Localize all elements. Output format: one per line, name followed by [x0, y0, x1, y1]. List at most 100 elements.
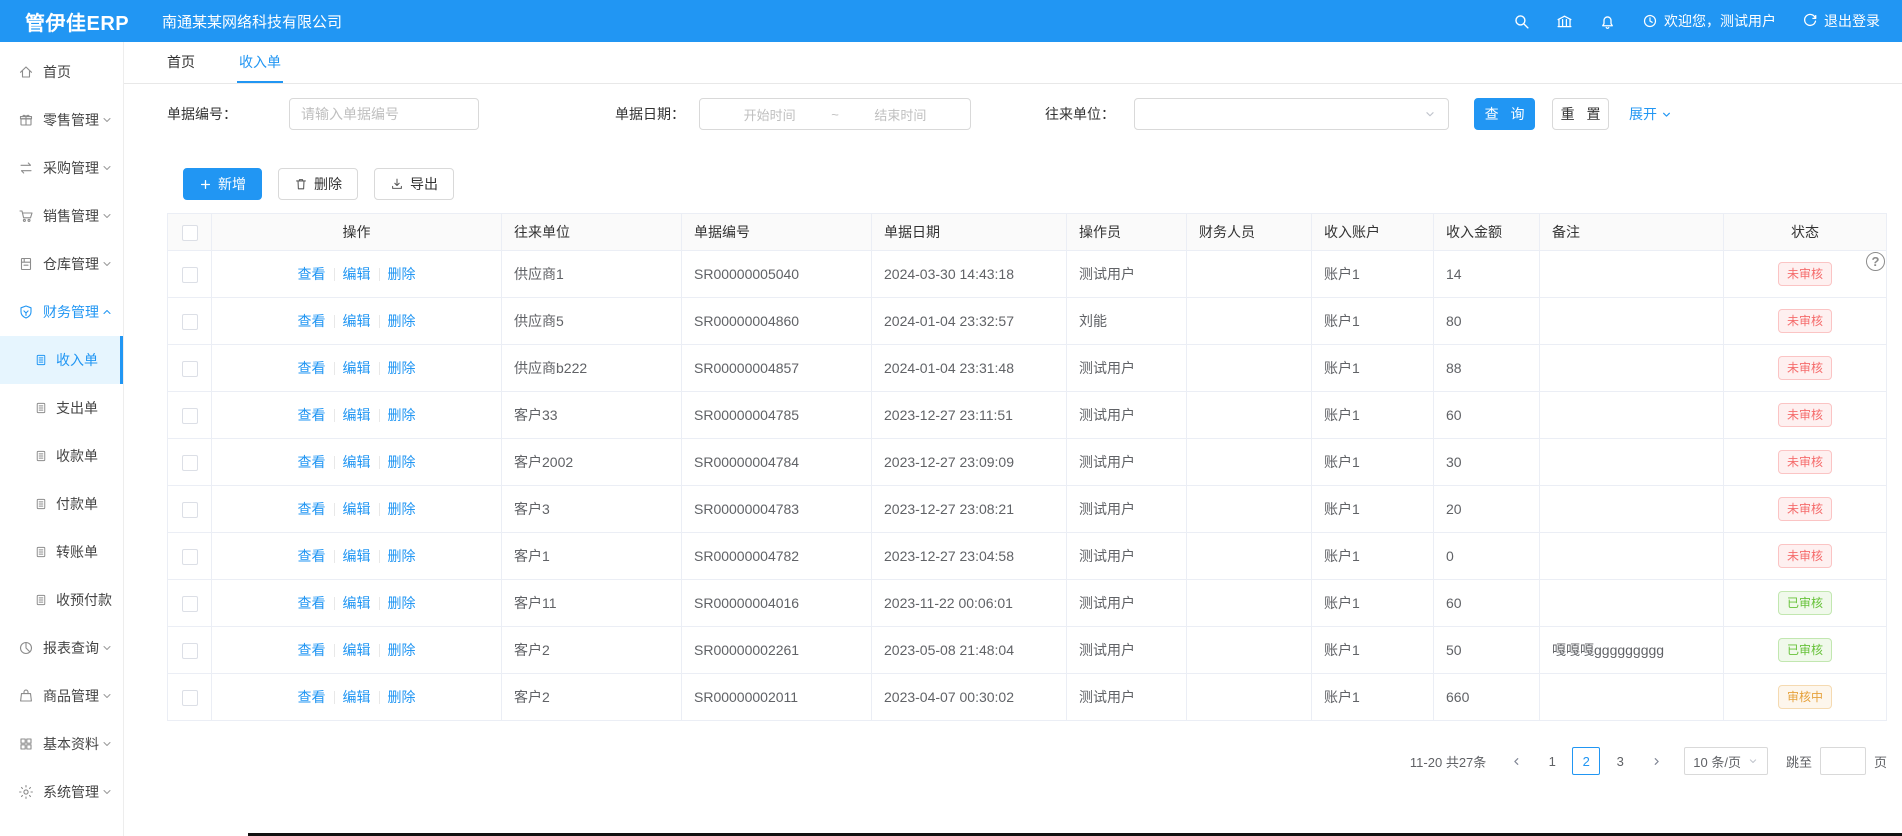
view-link[interactable]: 查看: [290, 687, 334, 707]
delete-link[interactable]: 删除: [380, 499, 424, 519]
search-button[interactable]: 查 询: [1474, 98, 1535, 130]
row-checkbox[interactable]: [182, 643, 198, 659]
status-badge: 未审核: [1778, 403, 1832, 427]
chevron-down-icon: [1423, 107, 1437, 121]
view-link[interactable]: 查看: [290, 405, 334, 425]
sidebar-subitem[interactable]: 收入单: [0, 336, 123, 384]
edit-link[interactable]: 编辑: [335, 593, 379, 613]
expand-label: 展开: [1629, 104, 1657, 124]
doc-no-input[interactable]: 请输入单据编号: [289, 98, 479, 130]
delete-link[interactable]: 删除: [380, 546, 424, 566]
edit-link[interactable]: 编辑: [335, 640, 379, 660]
welcome-user[interactable]: 欢迎您，测试用户: [1642, 11, 1776, 31]
date-range-input[interactable]: 开始时间 ~ 结束时间: [699, 98, 971, 130]
sidebar-item-system[interactable]: 系统管理: [0, 768, 123, 816]
page-size-select[interactable]: 10 条/页: [1684, 747, 1768, 775]
row-checkbox[interactable]: [182, 549, 198, 565]
page-number[interactable]: 1: [1538, 747, 1566, 775]
partner-select[interactable]: [1134, 98, 1449, 130]
delete-link[interactable]: 删除: [380, 687, 424, 707]
prev-page-button[interactable]: [1502, 747, 1530, 775]
delete-link[interactable]: 删除: [380, 593, 424, 613]
view-link[interactable]: 查看: [290, 499, 334, 519]
delete-link[interactable]: 删除: [380, 358, 424, 378]
edit-link[interactable]: 编辑: [335, 358, 379, 378]
sidebar-item-purchase[interactable]: 采购管理: [0, 144, 123, 192]
cell-status: 审核中: [1724, 674, 1887, 721]
delete-link[interactable]: 删除: [380, 311, 424, 331]
delete-link[interactable]: 删除: [380, 452, 424, 472]
edit-link[interactable]: 编辑: [335, 687, 379, 707]
sidebar-item-basic[interactable]: 基本资料: [0, 720, 123, 768]
sidebar-item-home[interactable]: 首页: [0, 48, 123, 96]
cell-status: 未审核: [1724, 298, 1887, 345]
sidebar-item-finance[interactable]: 财务管理: [0, 288, 123, 336]
bank-icon[interactable]: [1556, 13, 1573, 30]
edit-link[interactable]: 编辑: [335, 546, 379, 566]
help-icon[interactable]: ?: [1866, 252, 1885, 271]
edit-link[interactable]: 编辑: [335, 499, 379, 519]
cell-account: 账户1: [1312, 486, 1434, 533]
view-link[interactable]: 查看: [290, 264, 334, 284]
delete-button[interactable]: 删除: [278, 168, 358, 200]
view-link[interactable]: 查看: [290, 358, 334, 378]
edit-link[interactable]: 编辑: [335, 311, 379, 331]
row-checkbox[interactable]: [182, 267, 198, 283]
row-checkbox[interactable]: [182, 596, 198, 612]
search-icon[interactable]: [1513, 13, 1530, 30]
view-link[interactable]: 查看: [290, 546, 334, 566]
sidebar-item-retail[interactable]: 零售管理: [0, 96, 123, 144]
sidebar-item-warehouse[interactable]: 仓库管理: [0, 240, 123, 288]
cell-operator: 测试用户: [1067, 439, 1187, 486]
page-number[interactable]: 3: [1606, 747, 1634, 775]
status-badge: 已审核: [1778, 591, 1832, 615]
cell-amount: 14: [1434, 251, 1540, 298]
logout-button[interactable]: 退出登录: [1802, 11, 1880, 31]
delete-link[interactable]: 删除: [380, 264, 424, 284]
bell-icon[interactable]: [1599, 13, 1616, 30]
row-checkbox[interactable]: [182, 408, 198, 424]
cell-finance-person: [1187, 298, 1312, 345]
view-link[interactable]: 查看: [290, 593, 334, 613]
delete-link[interactable]: 删除: [380, 405, 424, 425]
tab-active[interactable]: 收入单: [237, 42, 283, 83]
sidebar-subitem[interactable]: 收款单: [0, 432, 123, 480]
reset-button[interactable]: 重 置: [1552, 98, 1609, 130]
row-checkbox[interactable]: [182, 690, 198, 706]
edit-link[interactable]: 编辑: [335, 452, 379, 472]
sidebar-item-label: 系统管理: [43, 782, 101, 802]
cell-remark: [1540, 580, 1724, 627]
sidebar-item-goods[interactable]: 商品管理: [0, 672, 123, 720]
sidebar-subitem[interactable]: 支出单: [0, 384, 123, 432]
sidebar-subitem[interactable]: 收预付款: [0, 576, 123, 624]
select-all-checkbox[interactable]: [182, 225, 198, 241]
row-checkbox[interactable]: [182, 361, 198, 377]
add-button[interactable]: 新增: [183, 168, 262, 200]
sidebar-subitem[interactable]: 转账单: [0, 528, 123, 576]
table-row: 查看编辑删除客户11SR000000040162023-11-22 00:06:…: [168, 580, 1887, 627]
sidebar-item-report[interactable]: 报表查询: [0, 624, 123, 672]
view-link[interactable]: 查看: [290, 311, 334, 331]
edit-link[interactable]: 编辑: [335, 405, 379, 425]
next-page-button[interactable]: [1642, 747, 1670, 775]
sidebar-subitem[interactable]: 付款单: [0, 480, 123, 528]
content-panel: 单据编号： 请输入单据编号 单据日期： 开始时间 ~ 结束时间 往来单位：: [124, 84, 1902, 836]
row-checkbox[interactable]: [182, 502, 198, 518]
tab-item[interactable]: 首页: [165, 42, 197, 83]
row-checkbox[interactable]: [182, 455, 198, 471]
tab-bar: 首页收入单: [124, 42, 1902, 84]
export-button[interactable]: 导出: [374, 168, 454, 200]
jump-page-input[interactable]: [1820, 747, 1866, 775]
view-link[interactable]: 查看: [290, 640, 334, 660]
sidebar-item-sales[interactable]: 销售管理: [0, 192, 123, 240]
row-checkbox[interactable]: [182, 314, 198, 330]
app-logo[interactable]: 管伊佳ERP: [0, 7, 150, 36]
cell-finance-person: [1187, 439, 1312, 486]
edit-link[interactable]: 编辑: [335, 264, 379, 284]
delete-link[interactable]: 删除: [380, 640, 424, 660]
date-start-placeholder: 开始时间: [714, 105, 825, 124]
expand-filters-link[interactable]: 展开: [1629, 104, 1673, 124]
cell-actions: 查看编辑删除: [212, 674, 502, 721]
view-link[interactable]: 查看: [290, 452, 334, 472]
page-number-current[interactable]: 2: [1572, 747, 1600, 775]
